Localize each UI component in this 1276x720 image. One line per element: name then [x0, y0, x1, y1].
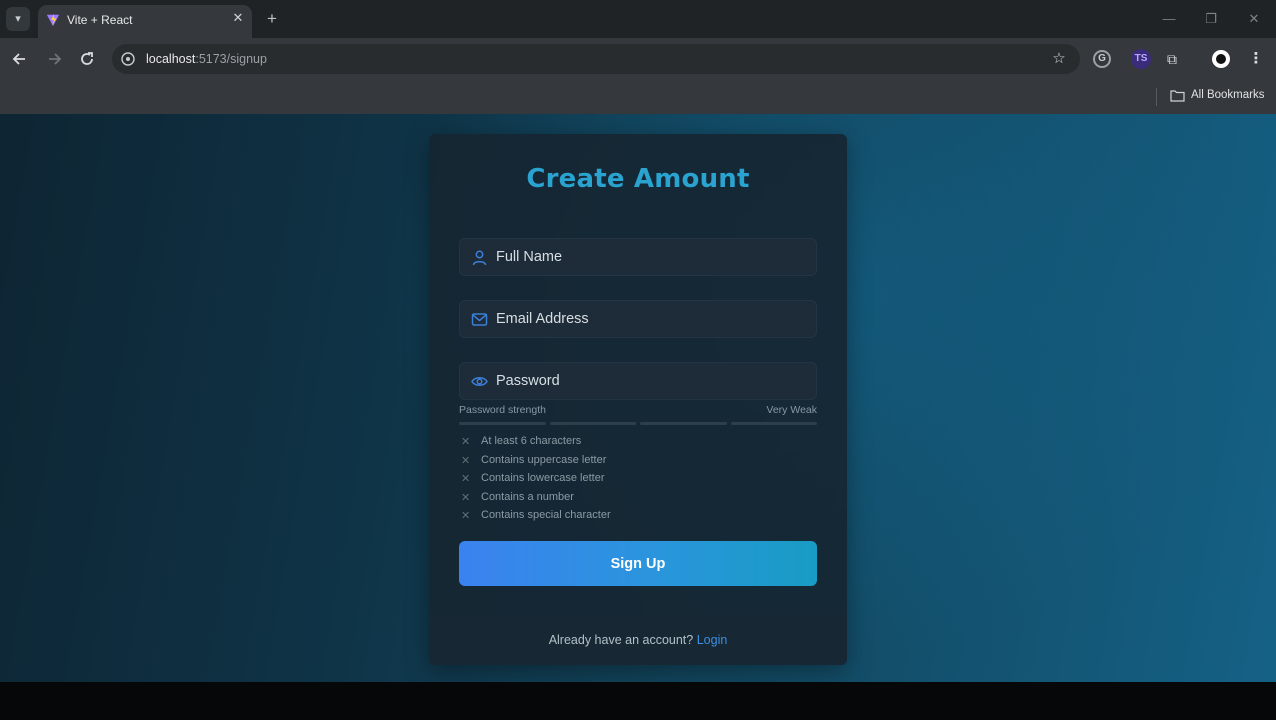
extension-icon[interactable]: G — [1093, 50, 1111, 68]
eye-icon[interactable] — [471, 373, 488, 390]
password-strength-meter — [459, 422, 817, 425]
tab-list-icon[interactable]: ▾ — [6, 7, 30, 31]
requirement-item: ✕ Contains uppercase letter — [459, 453, 817, 472]
strength-segment — [549, 422, 636, 425]
password-requirements: ✕ At least 6 characters ✕ Contains uppercas… — [459, 434, 817, 527]
folder-icon — [1170, 90, 1185, 102]
login-link[interactable]: Login — [697, 633, 728, 647]
requirement-item: ✕ Contains lowercase letter — [459, 471, 817, 490]
user-icon — [472, 250, 487, 266]
password-strength-label: Password strength — [459, 404, 546, 416]
tab-strip: ▾ Vite + React ✕ + — ❐ ✕ — [0, 0, 1276, 38]
tab-title: Vite + React — [67, 13, 133, 27]
requirement-text: Contains special character — [481, 509, 611, 522]
strength-segment — [459, 422, 546, 425]
requirement-item: ✕ Contains special character — [459, 508, 817, 527]
full-name-field[interactable] — [459, 238, 817, 276]
all-bookmarks-link[interactable]: All Bookmarks — [1191, 89, 1265, 101]
forward-icon[interactable] — [43, 48, 65, 70]
browser-tab[interactable]: Vite + React ✕ — [38, 5, 252, 38]
sign-up-button[interactable]: Sign Up — [459, 541, 817, 586]
page-title: Create Amount — [526, 164, 750, 194]
requirement-item: ✕ At least 6 characters — [459, 434, 817, 453]
bookmarks-bar: All Bookmarks — [0, 81, 1276, 114]
site-info-icon[interactable] — [120, 51, 136, 67]
close-window-icon[interactable]: ✕ — [1245, 10, 1263, 28]
reload-icon[interactable] — [76, 48, 98, 70]
email-input[interactable] — [496, 301, 810, 337]
back-icon[interactable] — [9, 48, 31, 70]
address-bar[interactable]: localhost:5173/signup ☆ — [112, 44, 1080, 74]
account-icon[interactable] — [1212, 50, 1230, 68]
bottom-band — [0, 682, 1276, 720]
requirement-text: Contains lowercase letter — [481, 472, 605, 485]
page-viewport: Create Amount Password strength — [0, 114, 1276, 682]
x-icon: ✕ — [461, 473, 471, 486]
browser-toolbar: localhost:5173/signup ☆ G TS ⧉ ⋮ — [0, 38, 1276, 81]
maximize-icon[interactable]: ❐ — [1202, 10, 1220, 28]
vite-favicon — [46, 13, 60, 27]
signup-card: Create Amount Password strength — [429, 134, 847, 665]
profile-icon[interactable]: TS — [1131, 49, 1151, 69]
star-icon[interactable]: ☆ — [1050, 50, 1068, 68]
password-strength-value: Very Weak — [766, 404, 817, 416]
strength-segment — [640, 422, 727, 425]
x-icon: ✕ — [461, 454, 471, 467]
strength-segment — [730, 422, 817, 425]
tab-close-icon[interactable]: ✕ — [230, 10, 246, 26]
password-strength-row: Password strength Very Weak — [459, 404, 817, 424]
footer-text: Already have an account? — [548, 633, 694, 647]
mail-icon — [471, 313, 488, 326]
email-field[interactable] — [459, 300, 817, 338]
card-footer: Already have an account? Login — [429, 615, 847, 665]
requirement-item: ✕ Contains a number — [459, 490, 817, 509]
bookmarks-divider — [1156, 88, 1157, 106]
url-text: localhost:5173/signup — [146, 52, 267, 66]
new-tab-icon[interactable]: + — [262, 9, 282, 29]
puzzle-icon[interactable]: ⧉ — [1162, 49, 1182, 69]
x-icon: ✕ — [461, 436, 471, 448]
minimize-icon[interactable]: — — [1160, 10, 1178, 28]
full-name-input[interactable] — [496, 239, 810, 275]
requirement-text: At least 6 characters — [481, 435, 582, 447]
password-input[interactable] — [496, 363, 810, 399]
requirement-text: Contains a number — [481, 490, 574, 503]
menu-icon[interactable]: ⋮ — [1246, 49, 1266, 69]
requirement-text: Contains uppercase letter — [481, 453, 607, 466]
x-icon: ✕ — [461, 510, 471, 523]
x-icon: ✕ — [461, 491, 471, 504]
password-field[interactable] — [459, 362, 817, 400]
